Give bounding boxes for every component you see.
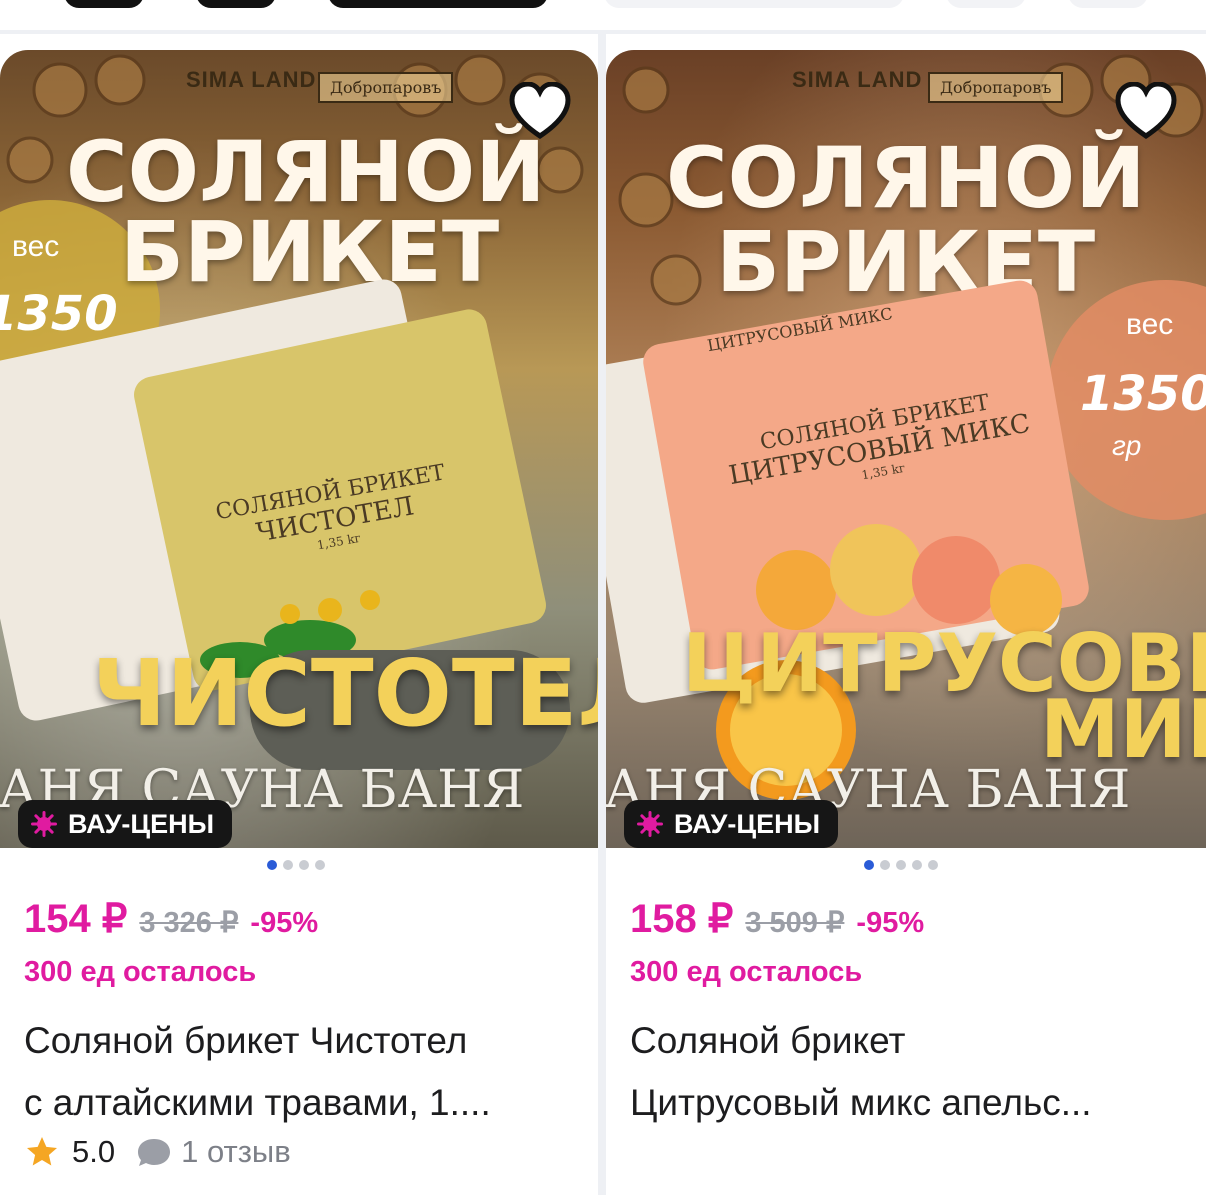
carousel-dot[interactable] xyxy=(315,860,325,870)
price-row: 154 ₽ 3 326 ₽ -95% xyxy=(24,896,319,941)
burst-icon xyxy=(31,811,57,837)
stock-left: 300 ед осталось xyxy=(24,956,257,988)
wow-price-badge: ВАУ-ЦЕНЫ xyxy=(624,800,839,848)
filter-chip[interactable] xyxy=(328,0,548,8)
star-icon xyxy=(27,1137,57,1166)
carousel-dot[interactable] xyxy=(912,860,922,870)
discount: -95% xyxy=(250,907,319,939)
dobroparov-logo: Добропаровъ xyxy=(928,72,1064,103)
headline-line1: СОЛЯНОЙ xyxy=(66,123,546,221)
product-title[interactable]: Соляной брикет Цитрусовый микс апельс... xyxy=(630,1010,1170,1134)
rating-row: 5.0 1 отзыв xyxy=(24,1134,291,1170)
comment-icon xyxy=(138,1139,171,1166)
dobroparov-logo: Добропаровъ xyxy=(318,72,454,103)
favorite-heart-icon[interactable] xyxy=(508,82,572,142)
carousel-dot[interactable] xyxy=(864,860,874,870)
carousel-dot[interactable] xyxy=(267,860,277,870)
current-price: 158 ₽ xyxy=(630,897,734,941)
top-filter-bar xyxy=(0,0,1206,30)
discount: -95% xyxy=(856,907,925,939)
filter-chip[interactable] xyxy=(1068,0,1148,8)
carousel-dot[interactable] xyxy=(299,860,309,870)
product-image[interactable]: SIMA LAND Добропаровъ СОЛЯНОЙ БРИКЕТ вес… xyxy=(606,50,1206,848)
current-price: 154 ₽ xyxy=(24,897,128,941)
product-title[interactable]: Соляной брикет Чистотел с алтайскими тра… xyxy=(24,1010,564,1134)
carousel-dots xyxy=(267,860,325,872)
filter-chip[interactable] xyxy=(64,0,144,8)
carousel-dots xyxy=(864,860,938,872)
headline-line1: СОЛЯНОЙ xyxy=(666,129,1146,227)
reviews-count[interactable]: 1 отзыв xyxy=(181,1134,291,1170)
product-card[interactable]: SIMA LAND Добропаровъ вес 1350 гр СОЛЯНО… xyxy=(0,34,598,1195)
carousel-dot[interactable] xyxy=(880,860,890,870)
headline-line2: БРИКЕТ xyxy=(716,213,1096,311)
wow-price-badge: ВАУ-ЦЕНЫ xyxy=(18,800,233,848)
filter-chip[interactable] xyxy=(196,0,276,8)
stock-left: 300 ед осталось xyxy=(630,956,863,988)
favorite-heart-icon[interactable] xyxy=(1114,82,1178,142)
price-row: 158 ₽ 3 509 ₽ -95% xyxy=(630,896,925,941)
burst-icon xyxy=(637,811,663,837)
sima-land-logo: SIMA LAND xyxy=(792,67,923,92)
carousel-dot[interactable] xyxy=(928,860,938,870)
carousel-dot[interactable] xyxy=(283,860,293,870)
filter-chip[interactable] xyxy=(946,0,1026,8)
variant-title: ЧИСТОТЕЛ xyxy=(92,640,598,747)
rating-value: 5.0 xyxy=(72,1134,116,1169)
old-price: 3 509 ₽ xyxy=(745,907,845,939)
sima-land-logo: SIMA LAND xyxy=(186,67,317,92)
filter-chip[interactable] xyxy=(604,0,904,8)
product-card[interactable]: SIMA LAND Добропаровъ СОЛЯНОЙ БРИКЕТ вес… xyxy=(606,34,1206,1195)
old-price: 3 326 ₽ xyxy=(139,907,239,939)
headline-line2: БРИКЕТ xyxy=(120,203,500,301)
carousel-dot[interactable] xyxy=(896,860,906,870)
product-grid: SIMA LAND Добропаровъ вес 1350 гр СОЛЯНО… xyxy=(0,34,1206,1195)
product-image[interactable]: SIMA LAND Добропаровъ вес 1350 гр СОЛЯНО… xyxy=(0,50,598,848)
